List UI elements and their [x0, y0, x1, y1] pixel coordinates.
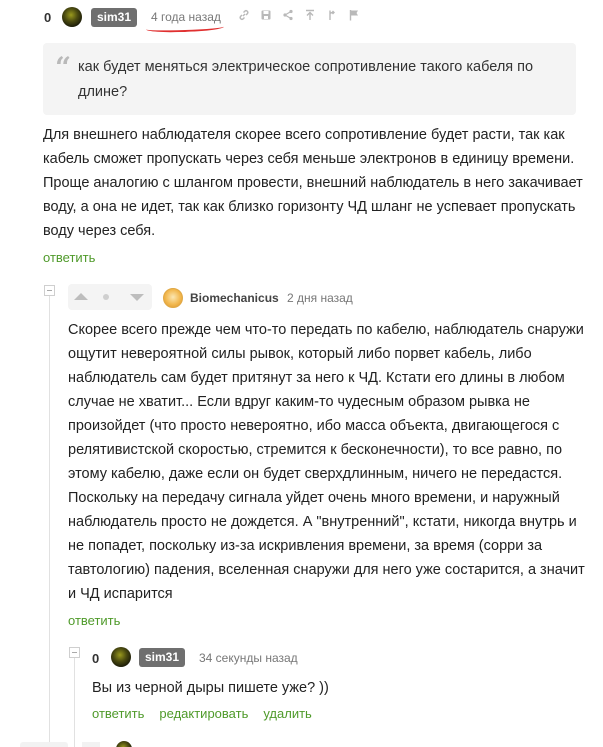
author-badge[interactable]: sim31 — [139, 648, 186, 667]
text-line: ощутит невероятной силы рывок, который л… — [68, 346, 532, 362]
text-line: воду через себя. — [43, 223, 156, 239]
avatar[interactable] — [62, 7, 82, 27]
author-name[interactable]: Biomechanicus — [190, 291, 279, 305]
red-underline-annotation — [145, 22, 225, 34]
text-line: тавтологию) падения, вселенная снаружи д… — [68, 562, 585, 578]
scroll-top-icon[interactable] — [304, 9, 316, 25]
save-icon[interactable] — [260, 9, 272, 25]
reply-link[interactable]: ответить — [92, 706, 144, 721]
comment-time[interactable]: 4 года назад — [151, 10, 221, 24]
quote-text: как будет меняться электрическое сопроти… — [78, 59, 534, 100]
collapse-button[interactable] — [69, 647, 80, 658]
quote-icon: “ — [55, 51, 72, 84]
comment-body: Вы из черной дыры пишете уже? )) — [92, 680, 329, 696]
comment-time[interactable]: 34 секунды назад — [199, 651, 298, 665]
reply-link[interactable]: ответить — [43, 250, 95, 265]
delete-link[interactable]: удалить — [263, 706, 311, 721]
downvote-arrow-icon[interactable] — [130, 294, 144, 301]
text-line: произойдет (что просто невероятно, ибо м… — [68, 418, 560, 434]
avatar[interactable] — [163, 288, 183, 308]
upvote-arrow-icon[interactable] — [74, 293, 88, 300]
comment-time[interactable]: 2 дня назад — [287, 291, 353, 305]
text-line: не попадет, поскольку из-за искривления … — [68, 538, 543, 554]
text-line: этому кабелю, даже если он будет сверхдл… — [68, 466, 563, 482]
text-line: релятивистской скоростью, стремится к бе… — [68, 442, 563, 458]
avatar[interactable] — [111, 647, 131, 667]
avatar[interactable] — [116, 741, 132, 747]
branch-icon[interactable] — [326, 9, 338, 25]
text-line: Поскольку на передачу сигнала уйдет очен… — [68, 490, 560, 506]
comment-actions: ответить редактировать удалить — [92, 706, 312, 721]
text-line: Проще аналогию с шлангом провести, внешн… — [43, 175, 583, 191]
text-line: Для внешнего наблюдателя скорее всего со… — [43, 127, 565, 143]
comment-rating: 0 — [44, 10, 52, 25]
text-line: случае не хватит... Если вдруг каким-то … — [68, 394, 530, 410]
comment-body: Скорее всего прежде чем что-то передать … — [68, 318, 598, 606]
flag-icon[interactable] — [348, 9, 360, 25]
vote-panel — [68, 284, 152, 310]
edit-link[interactable]: редактировать — [159, 706, 248, 721]
thread-line — [49, 296, 50, 747]
text-line: воду, а она не идет, так как близко гори… — [43, 199, 576, 215]
comment-body: Для внешнего наблюдателя скорее всего со… — [43, 123, 598, 243]
text-line: кабель сможет пропускать через себя мень… — [43, 151, 575, 167]
text-line: наблюдатель просто не дождется. А "внутр… — [68, 514, 577, 530]
rating-dot-icon — [103, 294, 109, 300]
share-icon[interactable] — [282, 9, 294, 25]
author-badge[interactable]: sim31 — [91, 8, 138, 27]
reply-link[interactable]: ответить — [68, 613, 120, 628]
next-comment-fragment — [82, 742, 100, 747]
next-comment-fragment — [20, 742, 68, 747]
comment-toolbar — [238, 9, 360, 25]
quote-block: “ как будет меняться электрическое сопро… — [43, 43, 576, 115]
collapse-button[interactable] — [44, 285, 55, 296]
link-icon[interactable] — [238, 9, 250, 25]
text-line: Скорее всего прежде чем что-то передать … — [68, 322, 584, 338]
thread-line — [74, 658, 75, 747]
text-line: и ЧД испарится — [68, 586, 173, 602]
comment-rating: 0 — [92, 651, 100, 666]
text-line: наблюдатель сам будет притянут за него к… — [68, 370, 565, 386]
